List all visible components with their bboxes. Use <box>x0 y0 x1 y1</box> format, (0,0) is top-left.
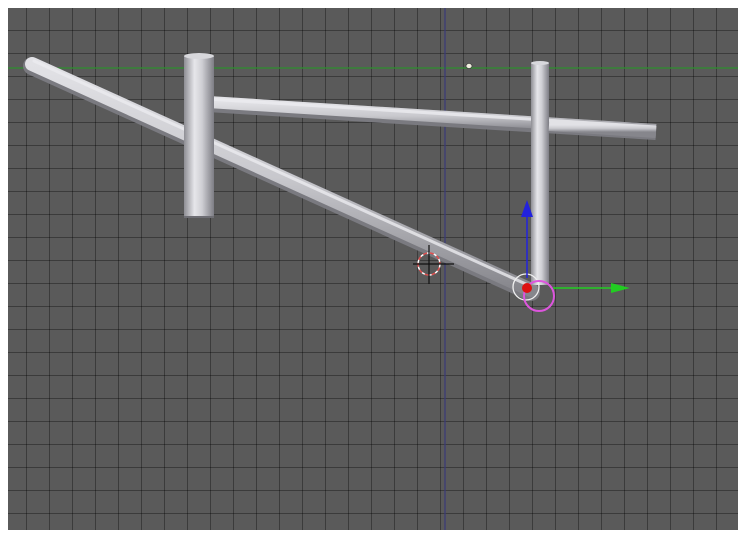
diagonal-tube[interactable] <box>23 57 540 301</box>
scene-canvas[interactable] <box>8 8 738 530</box>
lamp-icon[interactable] <box>465 63 473 69</box>
3d-viewport[interactable] <box>8 8 738 530</box>
right-post[interactable] <box>531 61 549 285</box>
gizmo-x-arrow <box>611 283 630 293</box>
horizontal-tube-front <box>548 119 657 138</box>
left-post[interactable] <box>184 53 214 218</box>
